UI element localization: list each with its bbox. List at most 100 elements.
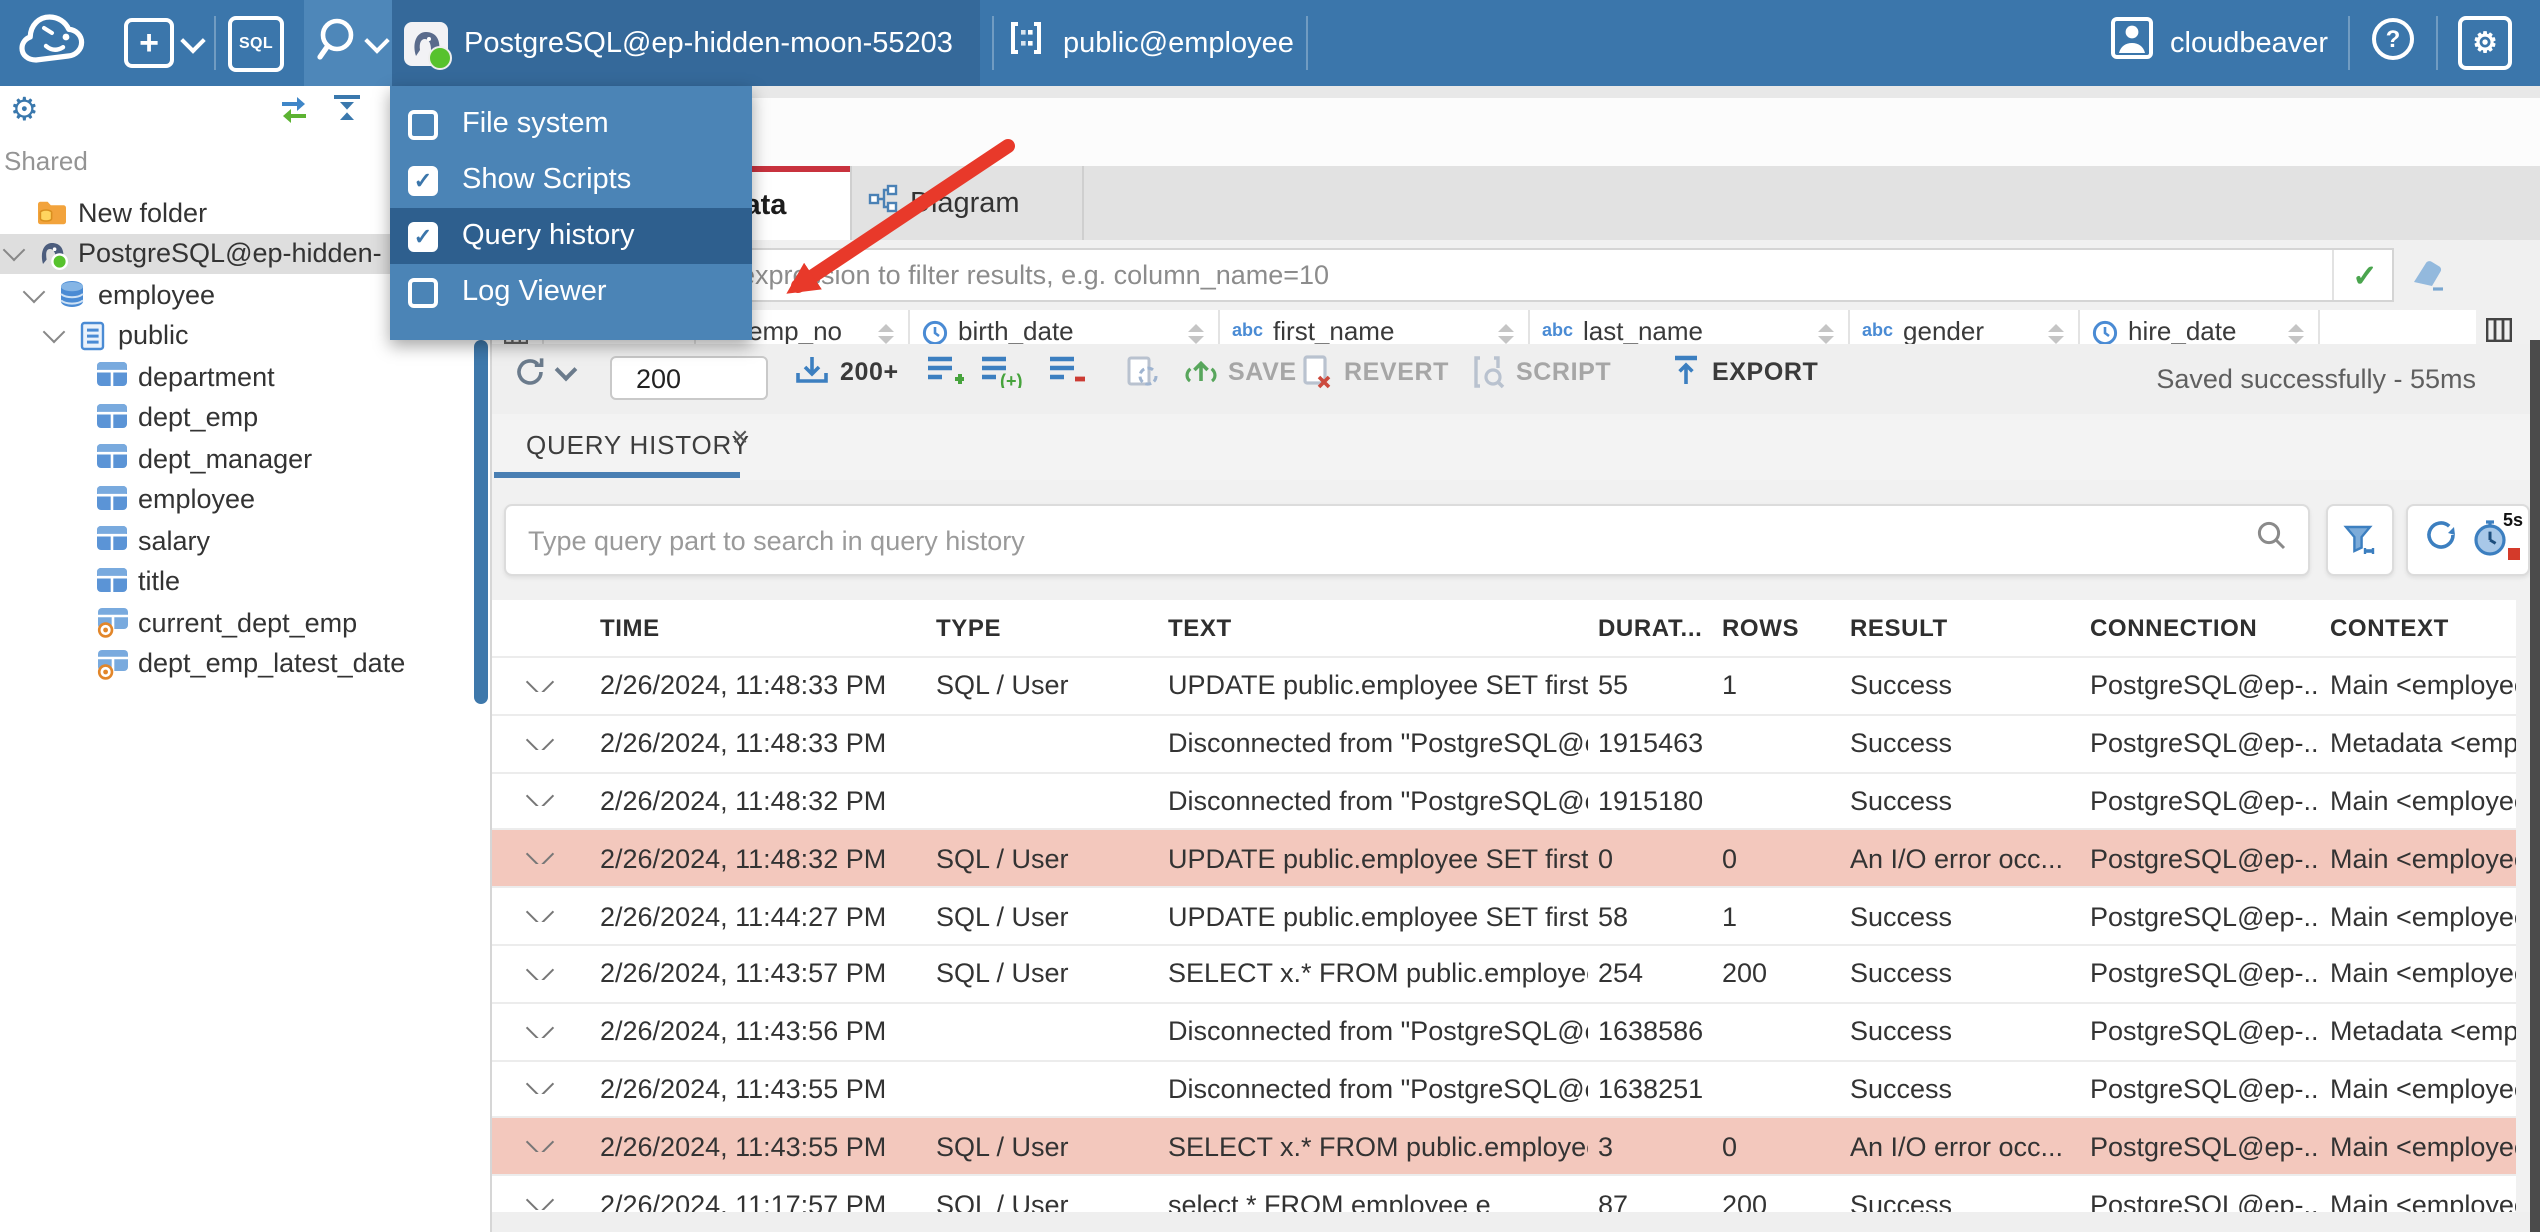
tab-diagram[interactable]: Diagram [850, 166, 1084, 240]
history-column-text[interactable]: TEXT [1158, 614, 1588, 642]
history-row[interactable]: 2/26/2024, 11:48:32 PM SQL / User UPDATE p… [490, 828, 2516, 887]
view-menu-button[interactable] [304, 0, 392, 86]
help-button[interactable]: ? [2370, 15, 2416, 71]
fetch-more-button[interactable]: 200+ [794, 354, 899, 388]
view-menu-dropdown: File system ✓ Show Scripts ✓ Query history Lo… [390, 86, 752, 340]
history-search-input[interactable]: Type query part to search in query histo… [504, 504, 2310, 576]
script-button[interactable]: SCRIPT [1470, 354, 1611, 390]
grid-presentation-icon[interactable] [2485, 316, 2513, 344]
funnel-icon [2343, 524, 2375, 553]
sql-editor-button[interactable]: SQL [228, 15, 284, 71]
expand-chevron-icon[interactable] [2, 239, 26, 262]
expand-chevron-icon[interactable] [22, 280, 46, 303]
history-column-connection[interactable]: CONNECTION [2080, 614, 2320, 642]
schema-selector[interactable]: public@employee [1007, 18, 1294, 68]
sidebar-scrollbar[interactable] [474, 340, 488, 704]
history-row[interactable]: 2/26/2024, 11:48:33 PM Disconnected from … [490, 713, 2516, 772]
grid-column-first_name[interactable]: abc first_name [1220, 310, 1530, 344]
duplicate-row-button[interactable]: (+) [980, 354, 1022, 388]
history-filter-button[interactable] [2326, 504, 2394, 576]
filter-expression-input[interactable]: expression to filter results, e.g. colum… [504, 248, 2394, 302]
expand-chevron-icon[interactable] [42, 321, 66, 344]
row-expand-chevron-icon[interactable] [490, 737, 590, 750]
new-connection-button[interactable]: + [124, 18, 206, 68]
clear-filter-eraser-icon[interactable] [2406, 252, 2450, 302]
apply-filter-check-icon[interactable]: ✓ [2332, 250, 2396, 300]
add-row-button[interactable] [926, 354, 964, 388]
database-icon [56, 279, 88, 311]
row-expand-chevron-icon[interactable] [490, 1025, 590, 1038]
collapse-all-icon[interactable] [330, 94, 364, 134]
refresh-button[interactable] [512, 354, 578, 390]
view-icon [96, 607, 128, 639]
fetch-page-icon [796, 357, 828, 383]
revert-button[interactable]: REVERT [1300, 354, 1449, 390]
tree-item-department[interactable]: department [0, 356, 488, 397]
save-button[interactable]: SAVE [1184, 354, 1297, 388]
row-expand-chevron-icon[interactable] [490, 910, 590, 923]
history-row[interactable]: 2/26/2024, 11:44:27 PM SQL / User UPDATE p… [490, 886, 2516, 944]
menu-item-log-viewer[interactable]: Log Viewer [390, 264, 752, 320]
table-icon [96, 402, 128, 434]
tree-item-salary[interactable]: salary [0, 520, 488, 561]
row-expand-chevron-icon[interactable] [490, 852, 590, 865]
sort-icon[interactable] [1818, 324, 1834, 344]
history-refresh-icon[interactable] [2421, 516, 2459, 564]
data-filter-bar: expression to filter results, e.g. colum… [490, 240, 2540, 310]
close-panel-icon[interactable]: × [732, 420, 748, 452]
date-type-icon [922, 320, 948, 344]
row-expand-chevron-icon[interactable] [490, 794, 590, 807]
sort-icon[interactable] [878, 324, 894, 344]
menu-item-query-history[interactable]: ✓ Query history [390, 208, 752, 264]
history-column-result[interactable]: RESULT [1840, 614, 2080, 642]
sort-icon[interactable] [1498, 324, 1514, 344]
grid-column-birth_date[interactable]: birth_date [910, 310, 1220, 344]
user-menu[interactable]: cloudbeaver [2110, 16, 2328, 70]
tree-item-dept-emp[interactable]: dept_emp [0, 397, 488, 438]
tree-item-dept-emp-latest-date[interactable]: dept_emp_latest_date [0, 643, 488, 684]
connection-name: PostgreSQL@ep-hidden-moon-55203 [464, 27, 953, 59]
history-column-rows[interactable]: ROWS [1712, 614, 1840, 642]
workspace-settings-gear-icon[interactable]: ⚙ [10, 90, 39, 130]
row-expand-chevron-icon[interactable] [490, 967, 590, 980]
history-column-time[interactable]: TIME [590, 614, 926, 642]
auto-refresh-timer-icon[interactable]: 5s [2471, 510, 2523, 562]
menu-item-file-system[interactable]: File system [390, 96, 752, 152]
history-row[interactable]: 2/26/2024, 11:43:57 PM SQL / User SELECT x… [490, 943, 2516, 1002]
grid-column-last_name[interactable]: abc last_name [1530, 310, 1850, 344]
history-column-type[interactable]: TYPE [926, 614, 1158, 642]
tab-query-history[interactable]: QUERY HISTORY [526, 430, 750, 460]
refresh-document-icon[interactable] [1124, 354, 1160, 390]
fetch-size-input[interactable]: 200 [610, 356, 768, 400]
delete-row-button[interactable] [1048, 354, 1086, 388]
menu-item-show-scripts[interactable]: ✓ Show Scripts [390, 152, 752, 208]
tree-item-title[interactable]: title [0, 561, 488, 602]
cloudbeaver-logo-icon [16, 5, 100, 81]
connection-tab[interactable]: PostgreSQL@ep-hidden-moon-55203 [392, 0, 981, 86]
history-row[interactable]: 2/26/2024, 11:43:55 PM SQL / User SELECT x… [490, 1116, 2516, 1175]
grid-column-gender[interactable]: abc gender [1850, 310, 2080, 344]
sync-connection-icon[interactable] [276, 94, 312, 136]
history-row[interactable]: 2/26/2024, 11:48:32 PM Disconnected from … [490, 771, 2516, 829]
export-button[interactable]: EXPORT [1670, 354, 1818, 388]
postgresql-icon [404, 21, 452, 69]
tree-item-dept-manager[interactable]: dept_manager [0, 438, 488, 479]
row-expand-chevron-icon[interactable] [490, 679, 590, 692]
sort-icon[interactable] [2048, 324, 2064, 344]
tree-item-current-dept-emp[interactable]: current_dept_emp [0, 602, 488, 643]
history-column-context[interactable]: CONTEXT [2320, 614, 2516, 642]
history-row[interactable]: 2/26/2024, 11:43:56 PM Disconnected from … [490, 1001, 2516, 1060]
history-column-durat[interactable]: DURAT... [1588, 614, 1712, 642]
right-scrollbar[interactable] [2530, 340, 2540, 1232]
postgres-icon [36, 238, 69, 270]
row-expand-chevron-icon[interactable] [490, 1198, 590, 1211]
grid-column-hire_date[interactable]: hire_date [2080, 310, 2320, 344]
row-expand-chevron-icon[interactable] [490, 1140, 590, 1153]
history-row[interactable]: 2/26/2024, 11:48:33 PM SQL / User UPDATE p… [490, 656, 2516, 714]
sort-icon[interactable] [2288, 324, 2304, 344]
row-expand-chevron-icon[interactable] [490, 1082, 590, 1095]
tree-item-employee[interactable]: employee [0, 479, 488, 520]
history-row[interactable]: 2/26/2024, 11:43:55 PM Disconnected from … [490, 1059, 2516, 1117]
sort-icon[interactable] [1188, 324, 1204, 344]
settings-button[interactable]: ⚙ [2458, 16, 2512, 70]
